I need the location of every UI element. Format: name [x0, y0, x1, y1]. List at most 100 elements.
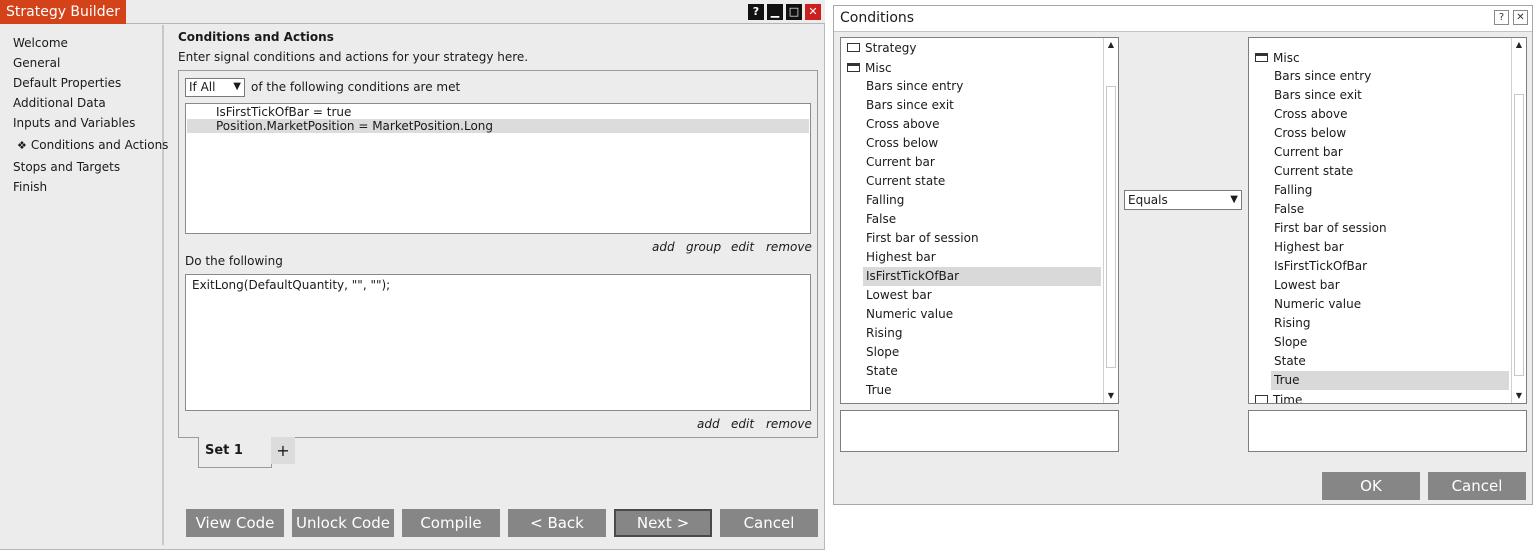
next-button[interactable]: Next >: [614, 509, 712, 537]
tree-item[interactable]: Bars since entry: [863, 77, 1101, 96]
tree-item[interactable]: Current state: [1271, 162, 1509, 181]
nav-item-default-properties[interactable]: Default Properties: [13, 76, 121, 90]
tree-item[interactable]: Rising: [863, 324, 1101, 343]
right-value-box[interactable]: [1248, 410, 1527, 452]
nav-item-general[interactable]: General: [13, 56, 60, 70]
match-mode-select[interactable]: If All ▼: [185, 78, 245, 97]
tree-item[interactable]: IsFirstTickOfBar: [1271, 257, 1509, 276]
group-condition-link[interactable]: group: [686, 240, 721, 254]
folder-open-icon: [847, 63, 860, 72]
tree-item-selected[interactable]: IsFirstTickOfBar: [863, 267, 1101, 286]
unlock-code-button[interactable]: Unlock Code: [292, 509, 394, 537]
match-mode-value: If All: [189, 80, 216, 94]
action-row[interactable]: ExitLong(DefaultQuantity, "", "");: [192, 278, 390, 292]
page-description: Enter signal conditions and actions for …: [178, 50, 529, 64]
scroll-up-icon[interactable]: ▲: [1104, 38, 1118, 52]
cancel-button[interactable]: Cancel: [720, 509, 818, 537]
tree-folder-label: Misc: [865, 61, 892, 75]
remove-condition-link[interactable]: remove: [766, 240, 812, 254]
dialog-title-bar[interactable]: Conditions ? ✕: [834, 6, 1532, 32]
edit-condition-link[interactable]: edit: [731, 240, 754, 254]
tree-item[interactable]: Cross below: [1271, 124, 1509, 143]
conditions-list: IsFirstTickOfBar = true Position.MarketP…: [185, 103, 811, 234]
tree-item[interactable]: Lowest bar: [1271, 276, 1509, 295]
tree-item[interactable]: Slope: [863, 343, 1101, 362]
condition-row[interactable]: IsFirstTickOfBar = true: [187, 105, 809, 119]
nav-item-welcome[interactable]: Welcome: [13, 36, 68, 50]
operator-select[interactable]: Equals ▼: [1124, 190, 1242, 210]
tree-item[interactable]: Falling: [1271, 181, 1509, 200]
tree-folder-strategy[interactable]: Strategy: [847, 39, 916, 58]
nav-item-additional-data[interactable]: Additional Data: [13, 96, 106, 110]
tree-item[interactable]: Current state: [863, 172, 1101, 191]
back-button[interactable]: < Back: [508, 509, 606, 537]
tree-item[interactable]: Cross above: [863, 115, 1101, 134]
left-tree-scrollbar[interactable]: ▲ ▼: [1103, 38, 1118, 403]
view-code-button[interactable]: View Code: [186, 509, 284, 537]
nav-item-conditions-and-actions[interactable]: ❖ Conditions and Actions: [17, 138, 168, 152]
title-bar[interactable]: Strategy Builder ? ▁ □ ✕: [0, 0, 825, 24]
tree-item[interactable]: Bars since exit: [1271, 86, 1509, 105]
remove-action-link[interactable]: remove: [766, 417, 812, 431]
tree-folder-label: Time: [1273, 393, 1303, 404]
tree-item-selected[interactable]: True: [1271, 371, 1509, 390]
dialog-close-button[interactable]: ✕: [1513, 10, 1528, 25]
tree-item[interactable]: Numeric value: [1271, 295, 1509, 314]
window-title: Strategy Builder: [0, 0, 126, 24]
scroll-down-icon[interactable]: ▼: [1512, 389, 1526, 403]
dialog-cancel-button[interactable]: Cancel: [1428, 472, 1526, 500]
close-button[interactable]: ✕: [805, 4, 821, 20]
nav-item-label: Conditions and Actions: [30, 138, 169, 152]
tree-item[interactable]: Highest bar: [863, 248, 1101, 267]
add-action-link[interactable]: add: [697, 417, 720, 431]
nav-item-stops-and-targets[interactable]: Stops and Targets: [13, 160, 120, 174]
tree-item[interactable]: State: [863, 362, 1101, 381]
ok-button[interactable]: OK: [1322, 472, 1420, 500]
add-set-button[interactable]: +: [271, 437, 295, 464]
tree-folder-time[interactable]: Time: [1255, 391, 1303, 404]
tree-item[interactable]: Cross below: [863, 134, 1101, 153]
tree-item[interactable]: Cross above: [1271, 105, 1509, 124]
tree-folder-misc[interactable]: Misc: [847, 59, 892, 78]
scroll-thumb[interactable]: [1514, 94, 1524, 376]
tree-folder-label: Strategy: [865, 41, 917, 55]
tree-item[interactable]: False: [1271, 200, 1509, 219]
scroll-up-icon[interactable]: ▲: [1512, 38, 1526, 52]
operator-value: Equals: [1128, 193, 1168, 207]
maximize-button[interactable]: □: [786, 4, 802, 20]
left-value-box[interactable]: [840, 410, 1119, 452]
scroll-down-icon[interactable]: ▼: [1104, 389, 1118, 403]
dialog-help-button[interactable]: ?: [1494, 10, 1509, 25]
tree-folder-misc[interactable]: Misc: [1255, 49, 1300, 68]
tree-item[interactable]: First bar of session: [1271, 219, 1509, 238]
nav-item-inputs-and-variables[interactable]: Inputs and Variables: [13, 116, 135, 130]
dialog-title: Conditions: [840, 10, 915, 26]
tree-item[interactable]: First bar of session: [863, 229, 1101, 248]
right-tree-scrollbar[interactable]: ▲ ▼: [1511, 38, 1526, 403]
tab-set-1[interactable]: Set 1: [198, 437, 272, 468]
page-title: Conditions and Actions: [178, 30, 334, 44]
strategy-builder-window: Strategy Builder ? ▁ □ ✕ Welcome General…: [0, 0, 825, 550]
tree-item[interactable]: State: [1271, 352, 1509, 371]
tree-item[interactable]: False: [863, 210, 1101, 229]
tree-item[interactable]: Highest bar: [1271, 238, 1509, 257]
tree-item[interactable]: Bars since exit: [863, 96, 1101, 115]
tree-item[interactable]: Lowest bar: [863, 286, 1101, 305]
compile-button[interactable]: Compile: [402, 509, 500, 537]
edit-action-link[interactable]: edit: [731, 417, 754, 431]
help-button[interactable]: ?: [748, 4, 764, 20]
nav-item-finish[interactable]: Finish: [13, 180, 47, 194]
scroll-thumb[interactable]: [1106, 86, 1116, 368]
tree-item[interactable]: Rising: [1271, 314, 1509, 333]
tree-item[interactable]: Numeric value: [863, 305, 1101, 324]
tree-item[interactable]: True: [863, 381, 1101, 400]
tree-item[interactable]: Current bar: [863, 153, 1101, 172]
condition-row-selected[interactable]: Position.MarketPosition = MarketPosition…: [187, 119, 809, 133]
add-condition-link[interactable]: add: [652, 240, 675, 254]
actions-list[interactable]: ExitLong(DefaultQuantity, "", "");: [185, 274, 811, 411]
tree-item[interactable]: Slope: [1271, 333, 1509, 352]
tree-item[interactable]: Current bar: [1271, 143, 1509, 162]
minimize-button[interactable]: ▁: [767, 4, 783, 20]
tree-item[interactable]: Falling: [863, 191, 1101, 210]
tree-item[interactable]: Bars since entry: [1271, 67, 1509, 86]
